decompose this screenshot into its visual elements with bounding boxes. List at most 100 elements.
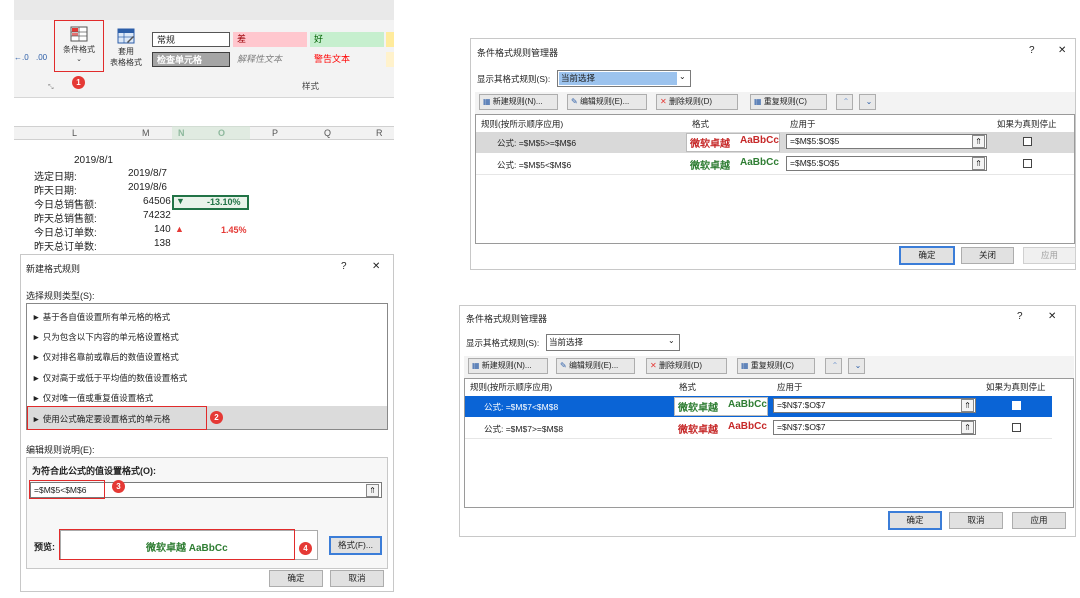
dialog-launcher-icon[interactable]: ⤡ <box>48 84 54 92</box>
rule-formula[interactable]: 公式: =$M$7<$M$8 <box>484 401 558 413</box>
stop-if-true-checkbox[interactable] <box>1012 401 1021 410</box>
chevron-up-icon: ⌃ <box>831 361 839 370</box>
help-icon[interactable]: ? <box>1017 311 1023 322</box>
formula-value[interactable]: =$M$5<$M$6 <box>34 485 86 495</box>
col-format-header: 格式 <box>692 119 710 129</box>
move-up-button[interactable]: ⌃ <box>825 358 842 374</box>
applies-to-value[interactable]: =$N$7:$O$7 <box>777 400 825 410</box>
collapse-dialog-icon[interactable]: ⇑ <box>972 135 985 148</box>
column-header-l[interactable]: L <box>72 128 77 138</box>
move-up-button[interactable]: ⌃ <box>836 94 853 110</box>
cancel-button[interactable]: 取消 <box>330 570 384 587</box>
chevron-down-icon[interactable]: ⌄ <box>668 336 675 345</box>
rule-type-item[interactable]: ► 基于各自值设置所有单元格的格式 <box>32 311 170 323</box>
applies-to-value[interactable]: =$N$7:$O$7 <box>777 422 825 432</box>
new-rule-button[interactable]: ▦ 新建规则(N)... <box>479 94 558 110</box>
column-header-m[interactable]: M <box>142 128 150 138</box>
row-value[interactable]: 140 <box>154 224 171 235</box>
help-icon[interactable]: ? <box>1029 45 1035 56</box>
style-note-partial[interactable] <box>386 52 394 67</box>
format-button[interactable]: 格式(F)... <box>329 536 382 555</box>
duplicate-rule-button[interactable]: ▦ 重复规则(C) <box>737 358 815 374</box>
format-sample-cn: 微软卓越 <box>678 403 718 414</box>
row-value[interactable]: 138 <box>154 238 171 249</box>
column-header-q[interactable]: Q <box>324 128 331 138</box>
new-rule-button[interactable]: ▦ 新建规则(N)... <box>468 358 548 374</box>
delete-rule-button[interactable]: ✕ 删除规则(D) <box>646 358 727 374</box>
style-normal[interactable]: 常规 <box>152 32 230 47</box>
ok-button[interactable]: 确定 <box>899 246 955 265</box>
close-icon[interactable]: ✕ <box>1058 45 1066 56</box>
collapse-dialog-icon[interactable]: ⇑ <box>961 421 974 434</box>
new-rule-label: 新建规则(N)... <box>492 97 543 106</box>
show-rules-value[interactable]: 当前选择 <box>549 336 583 349</box>
col-stop-header: 如果为真则停止 <box>986 382 1046 392</box>
rule-type-item-formula[interactable]: ► 使用公式确定要设置格式的单元格 <box>32 413 170 425</box>
rule-type-item[interactable]: ► 只为包含以下内容的单元格设置格式 <box>32 331 179 343</box>
row-label[interactable]: 选定日期: <box>34 168 77 183</box>
ok-button[interactable]: 确定 <box>269 570 323 587</box>
column-header-p[interactable]: P <box>272 128 278 138</box>
move-down-button[interactable]: ⌄ <box>859 94 876 110</box>
row-value[interactable]: 2019/8/7 <box>128 168 167 179</box>
style-neutral-partial[interactable] <box>386 32 394 47</box>
style-warning[interactable]: 警告文本 <box>310 52 384 67</box>
collapse-dialog-icon[interactable]: ⇑ <box>972 157 985 170</box>
stop-if-true-checkbox[interactable] <box>1012 423 1021 432</box>
close-button[interactable]: 关闭 <box>961 247 1014 264</box>
row-value[interactable]: 74232 <box>143 210 171 221</box>
help-icon[interactable]: ? <box>341 261 347 272</box>
row-label[interactable]: 昨天日期: <box>34 182 77 197</box>
chevron-down-icon[interactable]: ⌄ <box>679 72 686 81</box>
cancel-button[interactable]: 取消 <box>949 512 1003 529</box>
delete-rule-label: 删除规则(D) <box>668 97 713 106</box>
row-label[interactable]: 今日总订单数: <box>34 224 97 239</box>
show-rules-value[interactable]: 当前选择 <box>559 72 677 85</box>
row-value[interactable]: 2019/8/6 <box>128 182 167 193</box>
move-down-button[interactable]: ⌄ <box>848 358 865 374</box>
applies-to-value[interactable]: =$M$5:$O$5 <box>790 158 839 168</box>
pct-change-orders[interactable]: 1.45% <box>221 225 247 235</box>
ok-button[interactable]: 确定 <box>888 511 942 530</box>
style-explanatory[interactable]: 解释性文本 <box>233 52 307 67</box>
row-label[interactable]: 昨天总销售额: <box>34 210 97 225</box>
column-header-r[interactable]: R <box>376 128 383 138</box>
collapse-dialog-icon[interactable]: ⇑ <box>961 399 974 412</box>
delete-rule-button[interactable]: ✕ 删除规则(D) <box>656 94 738 110</box>
collapse-dialog-icon[interactable]: ⇑ <box>366 484 379 497</box>
edit-desc-label: 编辑规则说明(E): <box>26 445 95 455</box>
style-bad[interactable]: 差 <box>233 32 307 47</box>
edit-rule-button[interactable]: ✎ 编辑规则(E)... <box>556 358 635 374</box>
apply-button[interactable]: 应用 <box>1012 512 1066 529</box>
close-icon[interactable]: ✕ <box>372 261 380 272</box>
duplicate-rule-button[interactable]: ▦ 重复规则(C) <box>750 94 827 110</box>
rule-type-item[interactable]: ► 仅对高于或低于平均值的数值设置格式 <box>32 372 187 384</box>
pct-change-sales[interactable]: -13.10% <box>207 197 241 207</box>
style-good[interactable]: 好 <box>310 32 384 47</box>
decrease-decimal-button[interactable]: .00 <box>36 53 54 62</box>
apply-button[interactable]: 应用 <box>1023 247 1076 264</box>
increase-decimal-button[interactable]: ←.0 <box>14 53 36 62</box>
rule-formula[interactable]: 公式: =$M$7>=$M$8 <box>484 423 563 435</box>
format-as-table-button[interactable]: 套用 表格格式 <box>106 28 146 68</box>
stop-if-true-checkbox[interactable] <box>1023 137 1032 146</box>
applies-to-value[interactable]: =$M$5:$O$5 <box>790 136 839 146</box>
rule-type-item[interactable]: ► 仅对排名靠前或靠后的数值设置格式 <box>32 351 179 363</box>
col-rule-header: 规则(按所示顺序应用) <box>470 382 553 392</box>
row-label[interactable]: 今日总销售额: <box>34 196 97 211</box>
row-value[interactable]: 64506 <box>143 196 171 207</box>
style-check-cell[interactable]: 检查单元格 <box>152 52 230 67</box>
duplicate-rule-label: 重复规则(C) <box>763 97 807 106</box>
conditional-format-button[interactable]: 条件格式 ⌄ <box>56 26 102 63</box>
preview-label: 预览: <box>34 542 55 552</box>
edit-rule-button[interactable]: ✎ 编辑规则(E)... <box>567 94 647 110</box>
rule-formula[interactable]: 公式: =$M$5<$M$6 <box>497 159 571 171</box>
rule-type-item[interactable]: ► 仅对唯一值或重复值设置格式 <box>32 392 153 404</box>
close-icon[interactable]: ✕ <box>1048 311 1056 322</box>
col-format-header: 格式 <box>679 382 697 392</box>
stop-if-true-checkbox[interactable] <box>1023 159 1032 168</box>
row-label[interactable]: 昨天总订单数: <box>34 238 97 253</box>
rule-formula[interactable]: 公式: =$M$5>=$M$6 <box>497 137 576 149</box>
table-format-icon <box>117 28 135 44</box>
cell-date[interactable]: 2019/8/1 <box>74 155 113 166</box>
